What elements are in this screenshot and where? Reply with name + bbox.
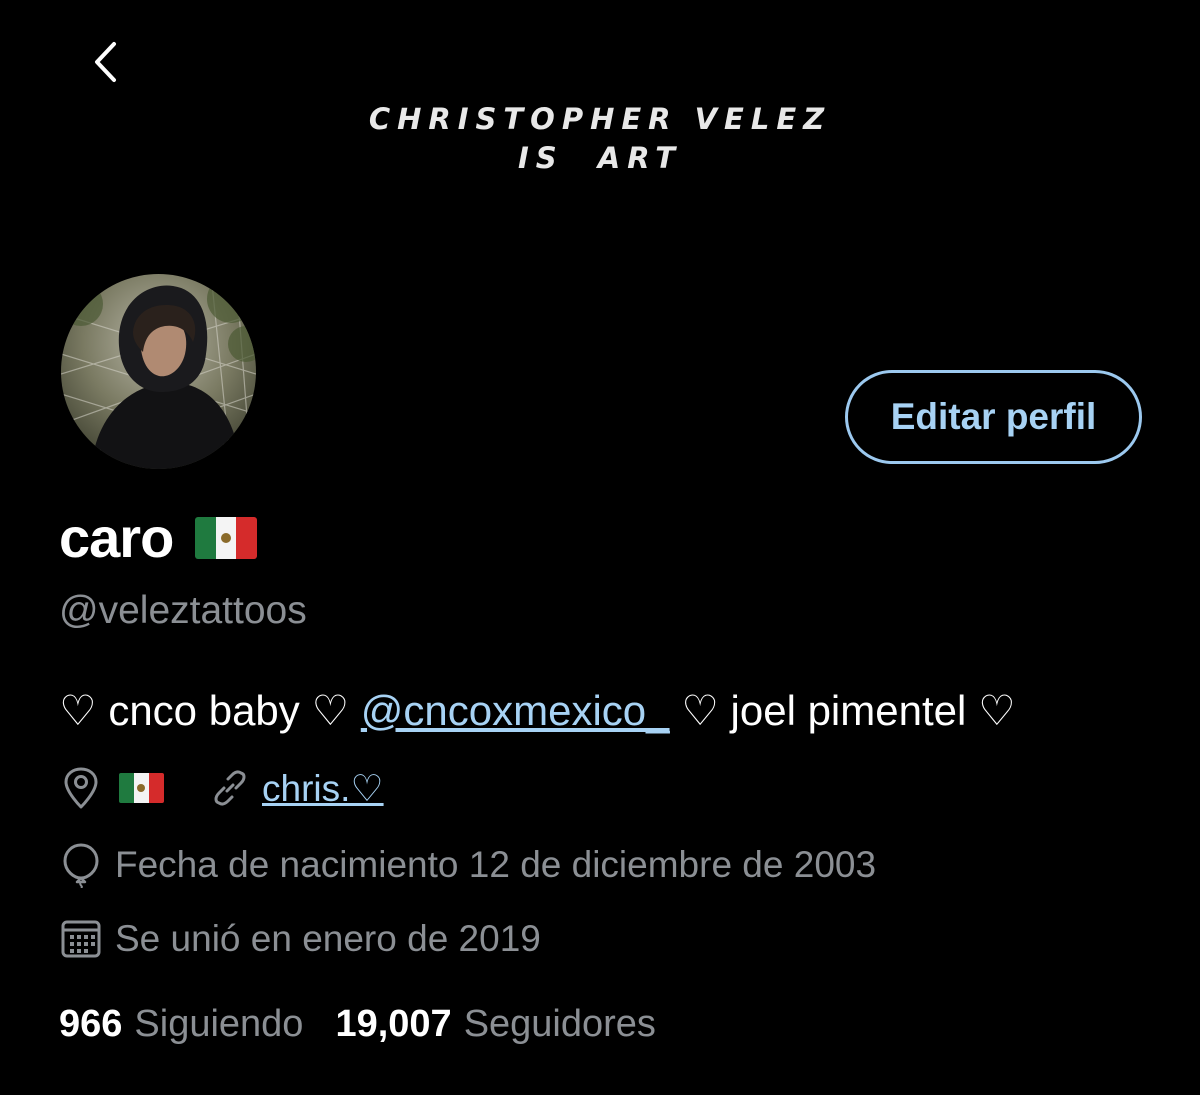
username-handle: @veleztattoos — [59, 589, 307, 632]
following-stat[interactable]: 966 Siguiendo — [59, 1003, 303, 1046]
calendar-icon — [59, 918, 103, 960]
website-link[interactable]: chris.♡ — [262, 767, 384, 810]
display-name-row: caro — [59, 505, 258, 570]
bio-text-2: ♡ joel pimentel ♡ — [669, 687, 1016, 734]
followers-count: 19,007 — [335, 1003, 452, 1045]
location-website-row: chris.♡ — [59, 766, 384, 810]
birthday-text: Fecha de nacimiento 12 de diciembre de 2… — [115, 844, 877, 885]
mexico-flag — [119, 773, 164, 803]
link-icon — [208, 768, 252, 808]
balloon-icon — [59, 842, 103, 888]
following-label: Siguiendo — [134, 1003, 304, 1045]
follow-stats: 966 Siguiendo 19,007 Seguidores — [59, 1003, 656, 1046]
joined-text: Se unió en enero de 2019 — [115, 918, 541, 959]
bio-mention-link[interactable]: @cncoxmexico_ — [361, 687, 670, 734]
following-count: 966 — [59, 1003, 123, 1045]
location-pin-icon — [59, 766, 103, 810]
followers-stat[interactable]: 19,007 Seguidores — [335, 1003, 655, 1046]
avatar[interactable] — [59, 272, 258, 471]
mexico-flag-icon — [195, 516, 258, 559]
profile-photo — [61, 274, 256, 469]
edit-profile-button[interactable]: Editar perfil — [845, 370, 1142, 464]
profile-bio: ♡ cnco baby ♡ @cncoxmexico_ ♡ joel pimen… — [59, 686, 1016, 735]
banner-line-2: IS ART — [517, 141, 683, 175]
joined-row: Se unió en enero de 2019 — [59, 918, 541, 960]
birthday-row: Fecha de nacimiento 12 de diciembre de 2… — [59, 842, 876, 888]
banner-text: CHRISTOPHER VELEZ IS ART — [0, 100, 1200, 178]
followers-label: Seguidores — [463, 1003, 656, 1045]
display-name: caro — [59, 506, 174, 569]
bio-text-1: ♡ cnco baby ♡ — [59, 687, 361, 734]
profile-banner: CHRISTOPHER VELEZ IS ART — [0, 0, 1200, 280]
banner-line-1: CHRISTOPHER VELEZ — [368, 102, 832, 136]
